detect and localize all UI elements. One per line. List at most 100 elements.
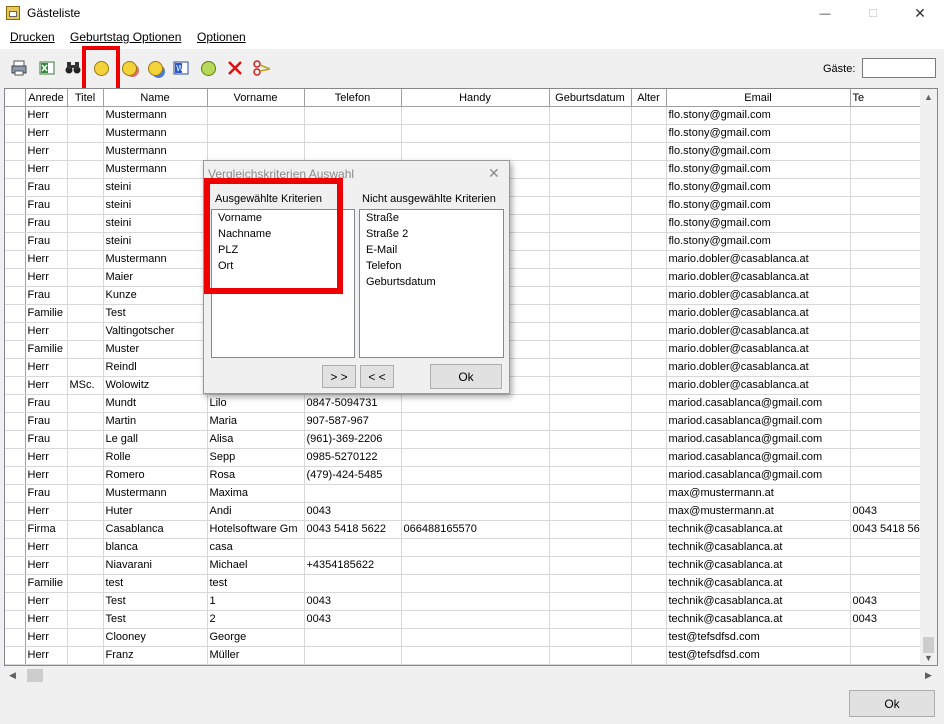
row-header[interactable] — [5, 592, 26, 611]
table-cell[interactable]: mariod.casablanca@gmail.com — [666, 448, 851, 467]
table-cell[interactable]: 066488165570 — [401, 520, 550, 539]
address-person-icon[interactable] — [146, 59, 164, 77]
table-cell[interactable] — [850, 466, 931, 485]
table-cell[interactable]: Müller — [207, 646, 305, 665]
table-cell[interactable] — [401, 412, 550, 431]
table-row[interactable]: Familie test test technik@casablanca.at — [5, 574, 931, 593]
table-cell[interactable] — [549, 178, 632, 197]
table-cell[interactable] — [67, 430, 104, 449]
table-cell[interactable] — [850, 376, 931, 395]
column-header[interactable]: Email — [666, 89, 851, 107]
table-cell[interactable] — [304, 484, 402, 503]
row-header[interactable] — [5, 142, 26, 161]
table-cell[interactable] — [549, 430, 632, 449]
table-row[interactable]: Frau Martin Maria 907-587-967 mariod.casabla… — [5, 412, 931, 431]
table-cell[interactable] — [631, 592, 667, 611]
table-cell[interactable] — [631, 484, 667, 503]
horizontal-scrollbar[interactable]: ◀ ▶ — [5, 667, 937, 684]
table-cell[interactable]: technik@casablanca.at — [666, 538, 851, 557]
table-cell[interactable]: Herr — [25, 268, 68, 287]
table-cell[interactable]: mario.dobler@casablanca.at — [666, 304, 851, 323]
row-header[interactable] — [5, 196, 26, 215]
table-cell[interactable]: steini — [103, 232, 208, 251]
table-row[interactable]: Herr Mustermann flo.stony@gmail.com — [5, 124, 931, 143]
table-row[interactable]: Frau Le gall Alisa (961)-369-2206 mariod.cas… — [5, 430, 931, 449]
table-cell[interactable] — [631, 124, 667, 143]
table-cell[interactable]: steini — [103, 178, 208, 197]
row-header[interactable] — [5, 106, 26, 125]
table-cell[interactable] — [549, 106, 632, 125]
table-cell[interactable] — [631, 214, 667, 233]
table-cell[interactable] — [631, 574, 667, 593]
dialog-close-icon[interactable]: ✕ — [488, 165, 500, 182]
table-cell[interactable]: max@mustermann.at — [666, 484, 851, 503]
table-cell[interactable] — [67, 142, 104, 161]
table-cell[interactable]: Familie — [25, 304, 68, 323]
table-cell[interactable] — [549, 592, 632, 611]
table-cell[interactable]: Hotelsoftware Gm — [207, 520, 305, 539]
table-cell[interactable]: Clooney — [103, 628, 208, 647]
table-cell[interactable]: Frau — [25, 232, 68, 251]
table-cell[interactable]: Romero — [103, 466, 208, 485]
table-cell[interactable] — [67, 610, 104, 629]
table-cell[interactable]: Herr — [25, 124, 68, 143]
table-cell[interactable]: Muster — [103, 340, 208, 359]
table-cell[interactable] — [401, 556, 550, 575]
table-cell[interactable]: Huter — [103, 502, 208, 521]
table-cell[interactable]: Familie — [25, 340, 68, 359]
table-cell[interactable] — [850, 214, 931, 233]
table-cell[interactable] — [850, 232, 931, 251]
column-header[interactable]: Name — [103, 89, 208, 107]
table-cell[interactable] — [549, 466, 632, 485]
table-cell[interactable] — [631, 268, 667, 287]
table-cell[interactable] — [549, 448, 632, 467]
table-cell[interactable] — [850, 430, 931, 449]
table-cell[interactable]: Frau — [25, 214, 68, 233]
table-cell[interactable] — [631, 520, 667, 539]
table-cell[interactable]: test — [103, 574, 208, 593]
table-cell[interactable]: technik@casablanca.at — [666, 574, 851, 593]
row-header[interactable] — [5, 286, 26, 305]
table-cell[interactable]: Herr — [25, 556, 68, 575]
row-header[interactable] — [5, 646, 26, 665]
row-header[interactable] — [5, 538, 26, 557]
table-cell[interactable] — [401, 574, 550, 593]
scroll-right-icon[interactable]: ▶ — [925, 670, 932, 681]
row-header[interactable] — [5, 628, 26, 647]
vertical-scroll-thumb[interactable] — [923, 637, 934, 653]
table-cell[interactable] — [850, 538, 931, 557]
table-cell[interactable] — [304, 574, 402, 593]
table-cell[interactable]: Test — [103, 610, 208, 629]
table-cell[interactable] — [549, 628, 632, 647]
table-cell[interactable]: Mustermann — [103, 106, 208, 125]
table-cell[interactable]: Martin — [103, 412, 208, 431]
table-cell[interactable] — [850, 556, 931, 575]
table-cell[interactable]: 0043 5418 5622 — [304, 520, 402, 539]
row-header[interactable] — [5, 124, 26, 143]
table-cell[interactable]: Herr — [25, 448, 68, 467]
dialog-ok-button[interactable]: Ok — [430, 364, 502, 389]
table-cell[interactable]: Frau — [25, 394, 68, 413]
table-cell[interactable] — [401, 466, 550, 485]
table-cell[interactable] — [850, 574, 931, 593]
table-cell[interactable]: Alisa — [207, 430, 305, 449]
table-cell[interactable] — [67, 538, 104, 557]
menu-optionen[interactable]: Optionen — [197, 30, 246, 44]
table-cell[interactable]: mariod.casablanca@gmail.com — [666, 466, 851, 485]
table-cell[interactable]: flo.stony@gmail.com — [666, 124, 851, 143]
row-header[interactable] — [5, 322, 26, 341]
table-cell[interactable] — [549, 484, 632, 503]
table-cell[interactable] — [631, 448, 667, 467]
row-header[interactable] — [5, 448, 26, 467]
table-cell[interactable]: Mustermann — [103, 142, 208, 161]
table-cell[interactable] — [631, 394, 667, 413]
table-cell[interactable] — [401, 610, 550, 629]
row-header[interactable] — [5, 268, 26, 287]
row-header[interactable] — [5, 178, 26, 197]
table-cell[interactable]: Wolowitz — [103, 376, 208, 395]
table-cell[interactable] — [850, 124, 931, 143]
row-header[interactable] — [5, 466, 26, 485]
close-button[interactable]: ✕ — [897, 0, 943, 27]
table-cell[interactable] — [67, 628, 104, 647]
table-cell[interactable] — [401, 106, 550, 125]
